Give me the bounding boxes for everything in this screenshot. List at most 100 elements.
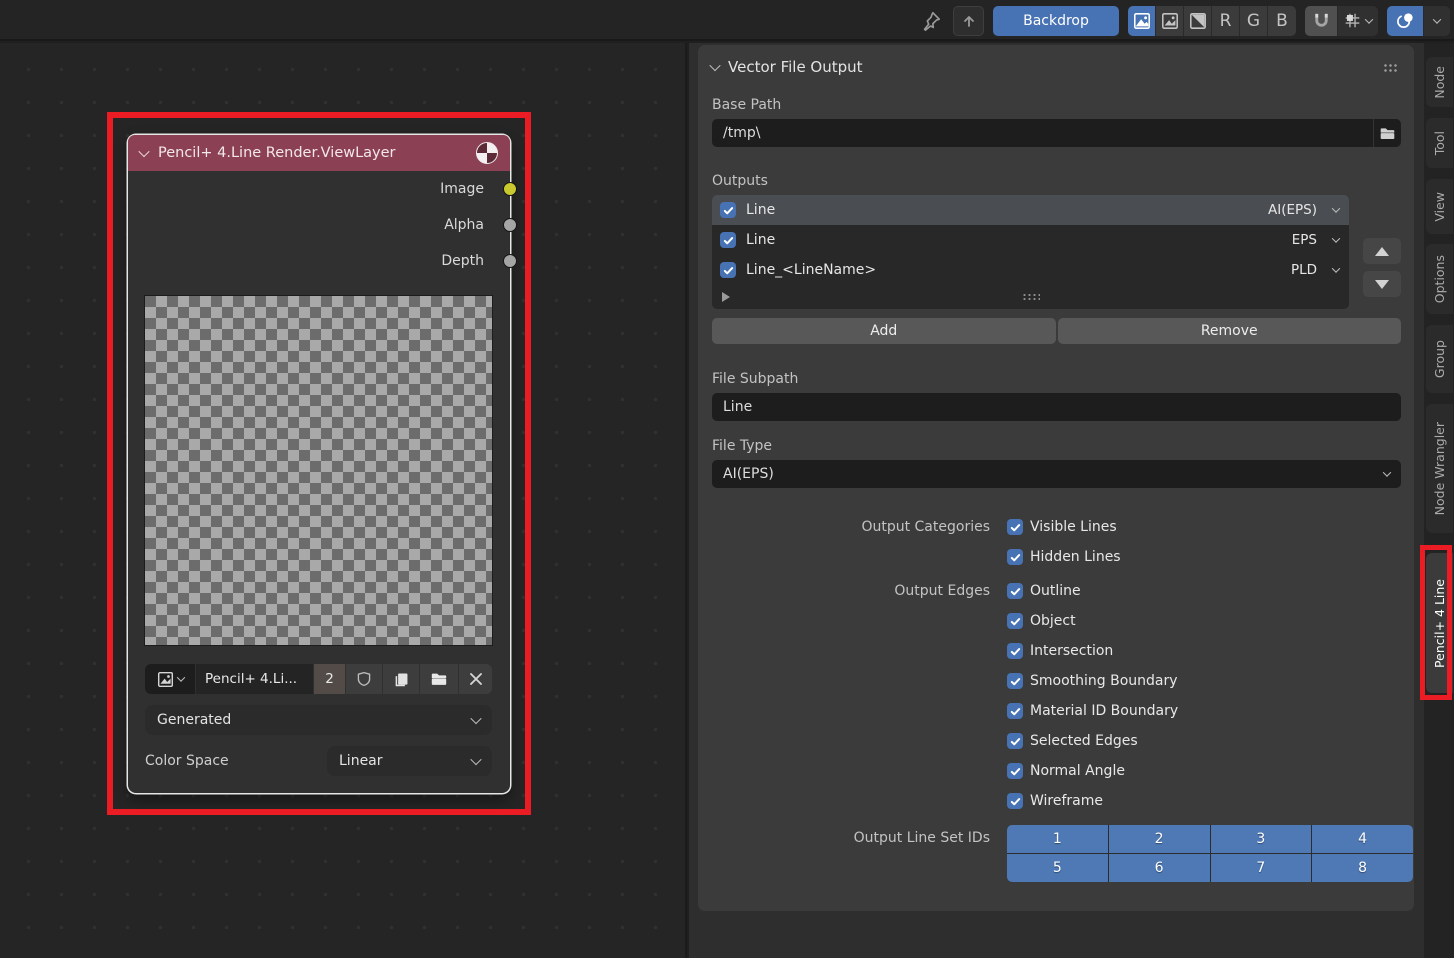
collapse-chevron-icon[interactable] bbox=[138, 146, 149, 157]
line-set-id-button[interactable]: 7 bbox=[1211, 854, 1312, 882]
new-image-copy-icon[interactable] bbox=[383, 664, 419, 694]
chevron-down-icon bbox=[1332, 204, 1340, 212]
alpha-channel-button[interactable] bbox=[1184, 6, 1212, 36]
auto-render-overlap-icon[interactable] bbox=[1387, 6, 1424, 36]
add-output-button[interactable]: Add bbox=[712, 318, 1056, 344]
socket-label: Depth bbox=[441, 253, 484, 269]
checkbox-wireframe[interactable]: Wireframe bbox=[1007, 793, 1103, 809]
editor-header-bar: Backdrop R G B bbox=[0, 0, 1454, 41]
checkbox-label: Outline bbox=[1030, 583, 1081, 599]
depth-socket-icon[interactable] bbox=[503, 254, 517, 268]
line-set-id-button[interactable]: 5 bbox=[1007, 854, 1108, 882]
outputs-list-row[interactable]: Line AI(EPS) bbox=[712, 195, 1349, 225]
tab-node-wrangler[interactable]: Node Wrangler bbox=[1426, 404, 1453, 533]
backdrop-toggle-button[interactable]: Backdrop bbox=[993, 6, 1119, 36]
base-path-browse-folder-icon[interactable] bbox=[1373, 119, 1401, 147]
line-set-id-button[interactable]: 3 bbox=[1211, 825, 1312, 853]
tab-node[interactable]: Node bbox=[1426, 57, 1453, 107]
remove-output-button[interactable]: Remove bbox=[1058, 318, 1402, 344]
checkbox-selected-edges[interactable]: Selected Edges bbox=[1007, 733, 1138, 749]
render-layer-sphere-icon[interactable] bbox=[476, 142, 498, 164]
tab-options[interactable]: Options bbox=[1426, 244, 1453, 314]
checkbox-intersection[interactable]: Intersection bbox=[1007, 643, 1113, 659]
outputs-list-row[interactable]: Line EPS bbox=[712, 225, 1349, 255]
image-socket-icon[interactable] bbox=[503, 182, 517, 196]
pin-icon[interactable] bbox=[918, 8, 944, 34]
alpha-socket-icon[interactable] bbox=[503, 218, 517, 232]
chevron-down-icon bbox=[1383, 468, 1391, 476]
checkbox-outline[interactable]: Outline bbox=[1007, 583, 1081, 599]
checkbox-hidden-lines[interactable]: Hidden Lines bbox=[1007, 549, 1121, 565]
blue-channel-button[interactable]: B bbox=[1268, 6, 1296, 36]
image-browse-dropdown[interactable] bbox=[145, 664, 195, 694]
chevron-down-icon bbox=[1332, 234, 1340, 242]
node-header[interactable]: Pencil+ 4.Line Render.ViewLayer bbox=[128, 135, 510, 171]
overlap-dropdown[interactable] bbox=[1424, 6, 1450, 36]
line-set-id-button[interactable]: 4 bbox=[1312, 825, 1413, 853]
color-alpha-channel-button[interactable] bbox=[1128, 6, 1156, 36]
tab-view[interactable]: View bbox=[1426, 179, 1453, 234]
checkbox-checked-icon[interactable] bbox=[720, 262, 736, 278]
node-editor-canvas[interactable]: Pencil+ 4.Line Render.ViewLayer Image Al… bbox=[0, 43, 687, 958]
chevron-down-icon bbox=[1433, 15, 1441, 23]
checkbox-object[interactable]: Object bbox=[1007, 613, 1076, 629]
panel-collapse-chevron-icon[interactable] bbox=[709, 60, 720, 71]
red-channel-button[interactable]: R bbox=[1212, 6, 1240, 36]
checkbox-checked-icon bbox=[1007, 613, 1023, 629]
tab-tool[interactable]: Tool bbox=[1426, 118, 1453, 168]
checkbox-label: Material ID Boundary bbox=[1030, 703, 1178, 719]
base-path-input[interactable]: /tmp\ bbox=[712, 119, 1373, 147]
color-channel-button[interactable] bbox=[1156, 6, 1184, 36]
image-source-value: Generated bbox=[157, 712, 231, 728]
output-format-dropdown[interactable]: EPS bbox=[1292, 232, 1317, 248]
checkbox-checked-icon[interactable] bbox=[720, 202, 736, 218]
green-channel-button[interactable]: G bbox=[1240, 6, 1268, 36]
checkbox-checked-icon[interactable] bbox=[720, 232, 736, 248]
checkbox-checked-icon bbox=[1007, 519, 1023, 535]
image-name-field[interactable]: Pencil+ 4.Li... bbox=[196, 664, 313, 694]
chevron-down-icon bbox=[470, 754, 481, 765]
image-preview-checkerboard bbox=[145, 296, 492, 645]
file-type-dropdown[interactable]: AI(EPS) bbox=[712, 460, 1401, 488]
chevron-down-icon bbox=[176, 673, 184, 681]
move-up-button[interactable] bbox=[1363, 238, 1401, 264]
checkbox-label: Selected Edges bbox=[1030, 733, 1138, 749]
checkbox-label: Intersection bbox=[1030, 643, 1113, 659]
panel-header[interactable]: Vector File Output bbox=[698, 45, 1414, 76]
fake-user-shield-icon[interactable] bbox=[346, 664, 382, 694]
list-filter-expand-icon[interactable] bbox=[722, 292, 730, 302]
list-resize-grip-icon[interactable] bbox=[1022, 293, 1040, 301]
render-layers-node[interactable]: Pencil+ 4.Line Render.ViewLayer Image Al… bbox=[128, 135, 510, 793]
line-set-id-button[interactable]: 6 bbox=[1109, 854, 1210, 882]
checkbox-visible-lines[interactable]: Visible Lines bbox=[1007, 519, 1117, 535]
vector-file-output-panel: Vector File Output Base Path /tmp\ Outpu… bbox=[698, 45, 1414, 911]
line-set-id-button[interactable]: 8 bbox=[1312, 854, 1413, 882]
unlink-x-icon[interactable] bbox=[459, 664, 492, 694]
tab-group[interactable]: Group bbox=[1426, 325, 1453, 393]
checkbox-label: Wireframe bbox=[1030, 793, 1103, 809]
snap-target-dropdown[interactable] bbox=[1338, 6, 1378, 36]
backdrop-channel-group: R G B bbox=[1128, 6, 1296, 36]
file-subpath-input[interactable]: Line bbox=[712, 393, 1401, 421]
output-format-dropdown[interactable]: AI(EPS) bbox=[1268, 202, 1317, 218]
parent-node-tree-button[interactable] bbox=[953, 6, 984, 36]
tab-pencil-4-line[interactable]: Pencil+ 4 Line bbox=[1426, 553, 1453, 693]
checkbox-smoothing-boundary[interactable]: Smoothing Boundary bbox=[1007, 673, 1178, 689]
checkbox-normal-angle[interactable]: Normal Angle bbox=[1007, 763, 1125, 779]
outputs-list-row[interactable]: Line_<LineName> PLD bbox=[712, 255, 1349, 285]
image-source-dropdown[interactable]: Generated bbox=[145, 705, 492, 735]
image-users-count-button[interactable]: 2 bbox=[314, 664, 345, 694]
line-set-id-button[interactable]: 2 bbox=[1109, 825, 1210, 853]
output-format-dropdown[interactable]: PLD bbox=[1291, 262, 1317, 278]
snap-magnet-icon[interactable] bbox=[1305, 6, 1338, 36]
color-space-dropdown[interactable]: Linear bbox=[327, 746, 492, 776]
checkbox-material-id-boundary[interactable]: Material ID Boundary bbox=[1007, 703, 1178, 719]
sidebar-region: Vector File Output Base Path /tmp\ Outpu… bbox=[689, 43, 1424, 958]
panel-drag-grip-icon[interactable] bbox=[1383, 63, 1399, 72]
checkbox-checked-icon bbox=[1007, 673, 1023, 689]
checkbox-checked-icon bbox=[1007, 733, 1023, 749]
move-down-button[interactable] bbox=[1363, 271, 1401, 297]
color-space-row: Color Space Linear bbox=[145, 746, 492, 776]
line-set-id-button[interactable]: 1 bbox=[1007, 825, 1108, 853]
open-image-folder-icon[interactable] bbox=[420, 664, 458, 694]
